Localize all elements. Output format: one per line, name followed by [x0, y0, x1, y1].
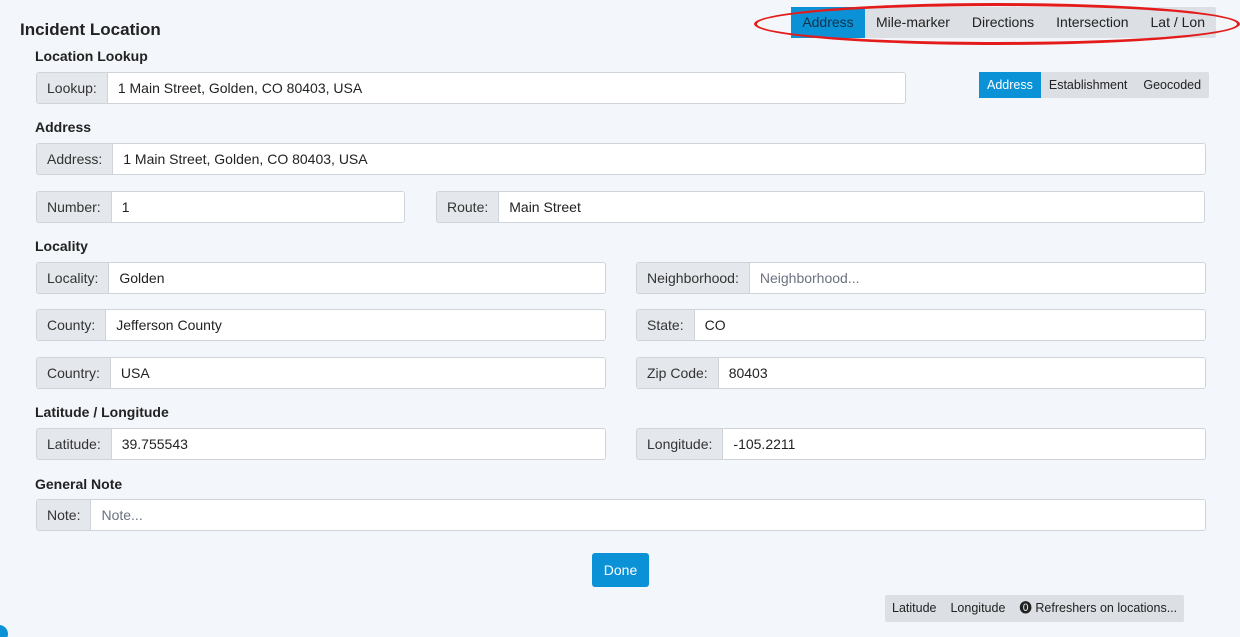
tab-mile-marker[interactable]: Mile-marker — [865, 7, 961, 38]
number-field: Number: — [36, 191, 405, 223]
section-label-locality: Locality — [35, 238, 88, 254]
done-button[interactable]: Done — [592, 553, 649, 587]
note-label: Note: — [37, 500, 92, 530]
location-mode-tabs: Address Mile-marker Directions Intersect… — [791, 7, 1217, 38]
longitude-label: Longitude: — [637, 429, 724, 459]
county-field: County: — [36, 309, 606, 341]
tab-directions[interactable]: Directions — [961, 7, 1045, 38]
number-input[interactable] — [111, 192, 404, 222]
zip-code-label: Zip Code: — [637, 358, 719, 388]
section-label-latlon: Latitude / Longitude — [35, 404, 169, 420]
state-field: State: — [636, 309, 1206, 341]
lookup-field: Lookup: — [36, 72, 906, 104]
country-input[interactable] — [110, 358, 605, 388]
longitude-input[interactable] — [723, 429, 1205, 459]
section-label-lookup: Location Lookup — [35, 48, 148, 64]
source-establishment-button[interactable]: Establishment — [1041, 72, 1136, 98]
longitude-reference-button[interactable]: Longitude — [943, 595, 1012, 622]
latitude-input[interactable] — [111, 429, 605, 459]
latitude-label: Latitude: — [37, 429, 112, 459]
state-input[interactable] — [694, 310, 1205, 340]
zip-code-field: Zip Code: — [636, 357, 1206, 389]
source-address-button[interactable]: Address — [979, 72, 1041, 98]
section-label-address: Address — [35, 119, 92, 135]
route-input[interactable] — [499, 192, 1204, 222]
country-label: Country: — [37, 358, 111, 388]
note-input[interactable] — [91, 500, 1205, 530]
county-input[interactable] — [106, 310, 605, 340]
neighborhood-label: Neighborhood: — [637, 263, 750, 293]
county-label: County: — [37, 310, 107, 340]
lookup-source-toggle: Address Establishment Geocoded — [979, 72, 1210, 98]
state-label: State: — [637, 310, 695, 340]
incident-location-page: Incident Location Address Mile-marker Di… — [0, 0, 1240, 637]
zip-code-input[interactable] — [718, 358, 1205, 388]
route-field: Route: — [436, 191, 1205, 223]
lookup-label: Lookup: — [37, 73, 108, 103]
latitude-field: Latitude: — [36, 428, 606, 460]
neighborhood-input[interactable] — [749, 263, 1205, 293]
latitude-reference-button[interactable]: Latitude — [885, 595, 943, 622]
address-input[interactable] — [113, 144, 1205, 174]
tab-address[interactable]: Address — [791, 7, 865, 38]
corner-help-icon[interactable] — [0, 625, 8, 637]
number-label: Number: — [37, 192, 112, 222]
address-field: Address: — [36, 143, 1206, 175]
locality-input[interactable] — [109, 263, 605, 293]
note-field: Note: — [36, 499, 1206, 531]
locality-label: Locality: — [37, 263, 110, 293]
route-label: Route: — [437, 192, 500, 222]
country-field: Country: — [36, 357, 606, 389]
longitude-field: Longitude: — [636, 428, 1206, 460]
address-label: Address: — [37, 144, 114, 174]
refreshers-button[interactable]: ⓿ Refreshers on locations... — [1012, 595, 1184, 622]
section-label-note: General Note — [35, 476, 123, 492]
tab-intersection[interactable]: Intersection — [1045, 7, 1139, 38]
source-geocoded-button[interactable]: Geocoded — [1135, 72, 1209, 98]
page-title: Incident Location — [20, 20, 161, 39]
locality-field: Locality: — [36, 262, 606, 294]
tab-lat-lon[interactable]: Lat / Lon — [1140, 7, 1217, 38]
lookup-input[interactable] — [107, 73, 905, 103]
neighborhood-field: Neighborhood: — [636, 262, 1206, 294]
reference-links: Latitude Longitude ⓿ Refreshers on locat… — [885, 595, 1185, 622]
